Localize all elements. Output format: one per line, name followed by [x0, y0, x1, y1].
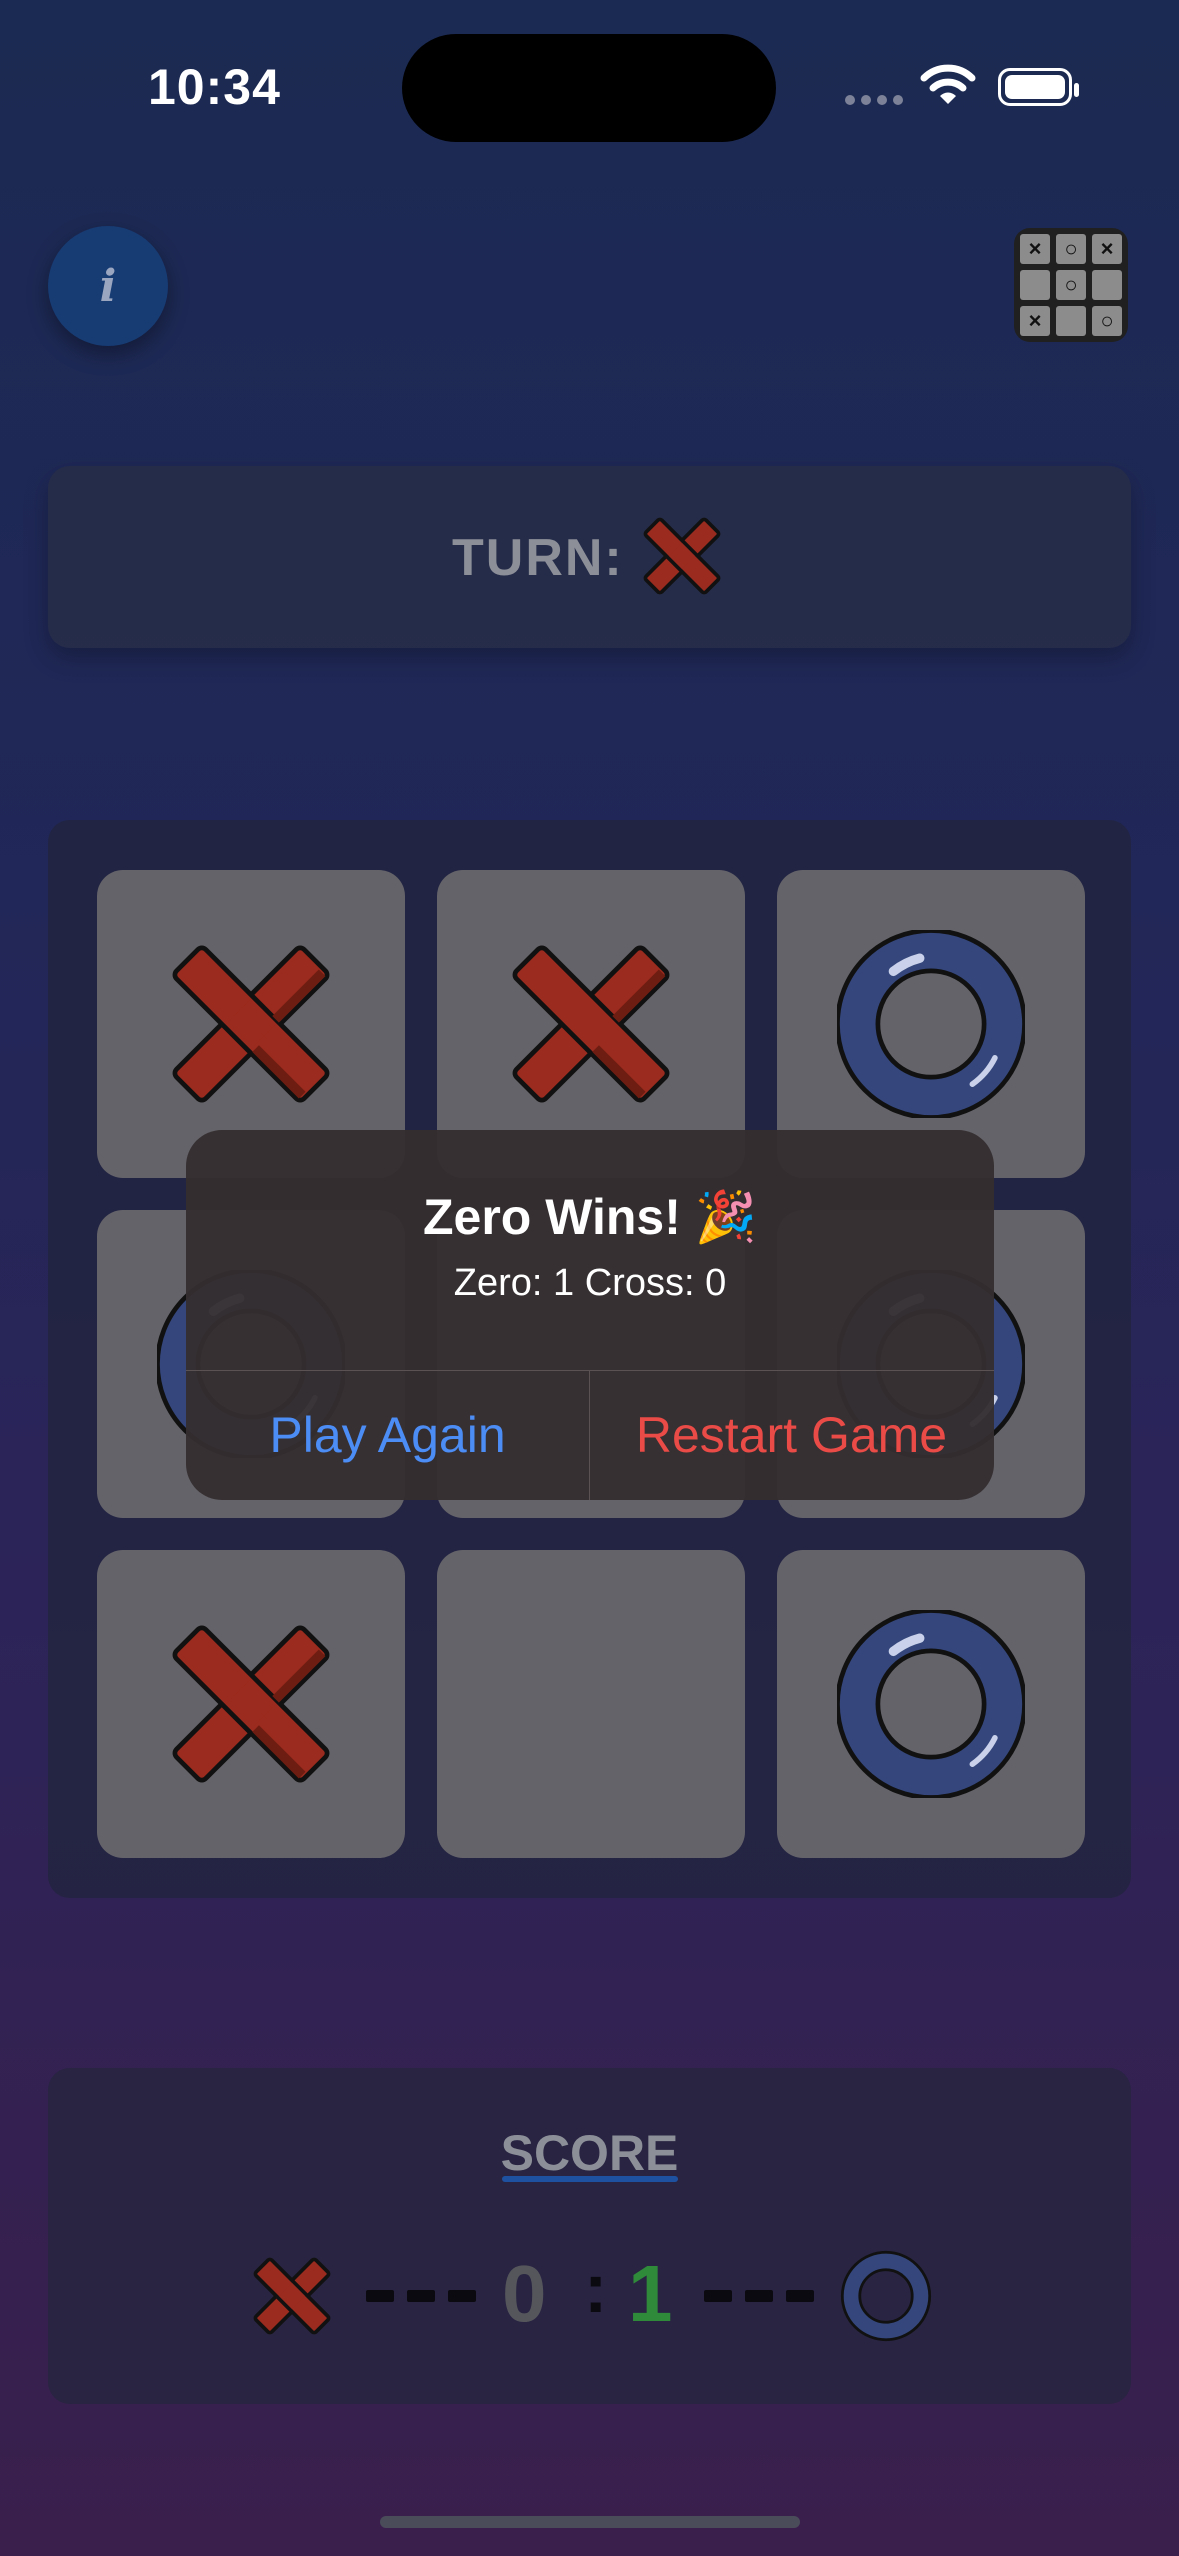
info-icon: i: [99, 260, 117, 312]
board-cell[interactable]: [97, 1550, 405, 1858]
score-dash-right: [704, 2290, 814, 2306]
score-panel: [48, 2068, 1131, 2404]
home-indicator: [380, 2516, 800, 2528]
zero-mark-icon: [837, 930, 1025, 1118]
score-underline: [502, 2176, 678, 2182]
dialog-title: Zero Wins! 🎉: [422, 1189, 758, 1245]
board-cell[interactable]: [437, 1550, 745, 1858]
status-bar: 10:34: [0, 0, 1179, 170]
dynamic-island: [402, 34, 776, 142]
cellular-signal-icon: [845, 92, 909, 110]
cross-mark-icon: [172, 945, 330, 1103]
battery-icon: [998, 68, 1079, 106]
score-title: SCORE: [500, 2125, 679, 2181]
score-zero-icon: [840, 2250, 932, 2342]
restart-game-button[interactable]: Restart Game: [590, 1370, 993, 1500]
cross-mark-icon: [172, 1625, 330, 1783]
score-zero-value: 1: [628, 2249, 673, 2338]
zero-mark-icon: [837, 1610, 1025, 1798]
info-button[interactable]: i: [48, 226, 168, 346]
turn-cross-icon: [643, 517, 721, 595]
board-menu-button[interactable]: × ○ × ○ × ○: [1014, 228, 1128, 342]
play-again-button[interactable]: Play Again: [186, 1370, 589, 1500]
score-dash-left: [366, 2290, 476, 2306]
dialog-message: Zero: 1 Cross: 0: [453, 1262, 727, 1304]
board-cell[interactable]: [777, 1550, 1085, 1858]
game-over-dialog: Zero Wins! 🎉 Zero: 1 Cross: 0 Play Again…: [186, 1130, 994, 1500]
score-separator: :: [584, 2249, 608, 2327]
score-cross-icon: [253, 2257, 331, 2335]
turn-label: TURN:: [452, 529, 624, 587]
wifi-icon: [920, 64, 976, 104]
score-cross-value: 0: [502, 2249, 547, 2338]
cross-mark-icon: [512, 945, 670, 1103]
status-time: 10:34: [148, 59, 281, 115]
